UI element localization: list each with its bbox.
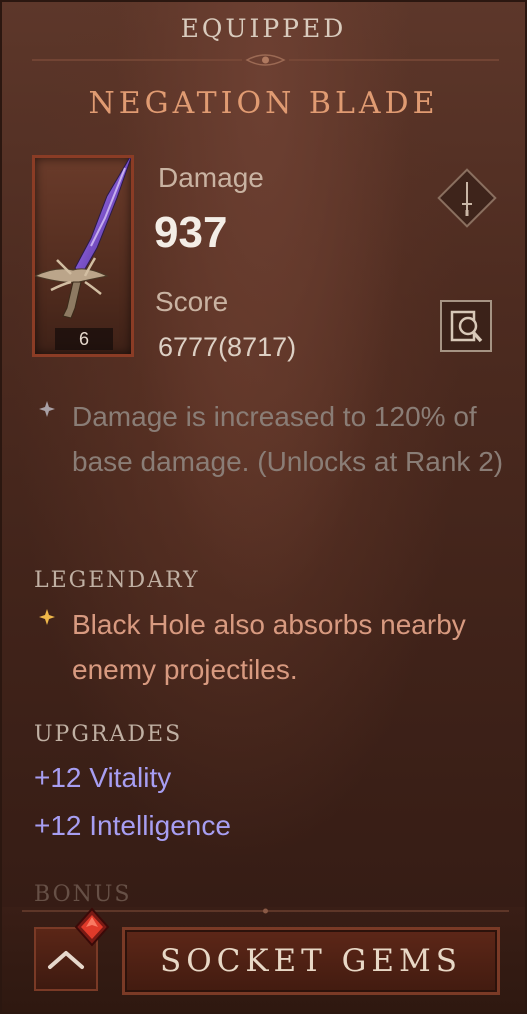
score-label: Score bbox=[155, 286, 229, 317]
damage-value: 937 bbox=[154, 208, 228, 257]
dagger-icon bbox=[35, 158, 131, 319]
inactive-effect-text: Damage is increased to 120% of base dama… bbox=[72, 401, 504, 477]
upgrade-vitality: +12 Vitality bbox=[34, 762, 172, 793]
score-value: 6777(8717) bbox=[158, 332, 297, 362]
star-bullet-icon bbox=[39, 609, 55, 625]
inspect-button[interactable] bbox=[440, 300, 492, 352]
sword-icon[interactable] bbox=[435, 166, 499, 230]
diamond-bullet-icon bbox=[39, 401, 55, 417]
item-name: NEGATION BLADE bbox=[88, 86, 439, 121]
damage-label: Damage bbox=[158, 162, 264, 193]
legendary-effect-text: Black Hole also absorbs nearby enemy pro… bbox=[72, 609, 466, 685]
socket-gems-button[interactable]: SOCKET GEMS bbox=[122, 927, 500, 995]
red-gem-icon bbox=[74, 907, 110, 947]
bonus-heading: BONUS bbox=[34, 882, 132, 907]
legendary-effect: Black Hole also absorbs nearby enemy pro… bbox=[38, 602, 505, 692]
upgrade-intelligence: +12 Intelligence bbox=[34, 810, 231, 841]
item-image-frame[interactable]: 6 bbox=[32, 155, 134, 357]
equipped-label: EQUIPPED bbox=[180, 14, 347, 43]
upgrades-heading: UPGRADES bbox=[34, 722, 183, 747]
item-level-badge: 6 bbox=[55, 328, 113, 350]
inspect-icon bbox=[450, 310, 483, 343]
item-tooltip-panel: EQUIPPED NEGATION BLADE 6 Damage 937 Sco… bbox=[0, 0, 527, 1014]
inactive-effect: Damage is increased to 120% of base dama… bbox=[38, 394, 505, 484]
legendary-heading: LEGENDARY bbox=[34, 568, 200, 593]
header-divider bbox=[32, 54, 499, 66]
